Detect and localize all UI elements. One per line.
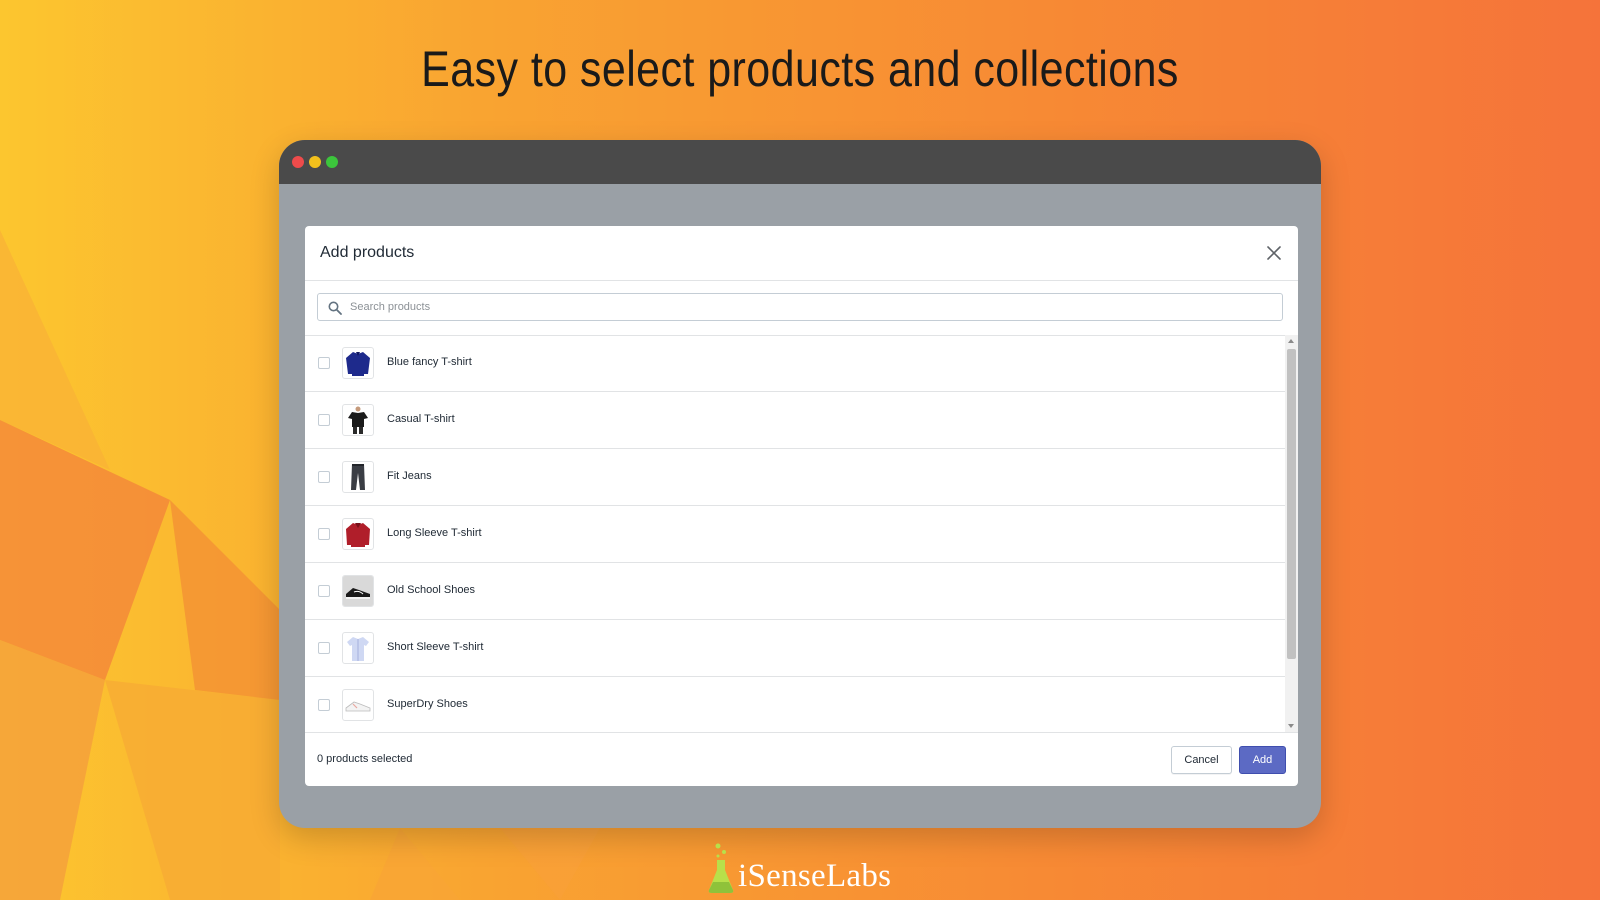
product-row-blue-fancy-tshirt[interactable]: Blue fancy T-shirt bbox=[305, 335, 1285, 392]
product-row-fit-jeans[interactable]: Fit Jeans bbox=[305, 449, 1285, 506]
search-input[interactable] bbox=[350, 294, 1270, 320]
window-minimize-dot[interactable] bbox=[309, 156, 321, 168]
product-row-old-school-shoes[interactable]: Old School Shoes bbox=[305, 563, 1285, 620]
modal-title: Add products bbox=[320, 244, 415, 261]
list-scrollbar[interactable] bbox=[1285, 335, 1298, 732]
sweater-icon bbox=[346, 523, 370, 547]
search-box[interactable] bbox=[317, 293, 1283, 321]
search-section bbox=[305, 281, 1298, 336]
product-name: Blue fancy T-shirt bbox=[387, 356, 472, 368]
window-close-dot[interactable] bbox=[292, 156, 304, 168]
close-icon bbox=[1267, 246, 1281, 260]
browser-titlebar bbox=[279, 140, 1321, 184]
sneaker-icon bbox=[345, 701, 371, 712]
product-checkbox[interactable] bbox=[318, 585, 330, 597]
product-name: Old School Shoes bbox=[387, 584, 476, 596]
product-checkbox[interactable] bbox=[318, 699, 330, 711]
shirt-icon bbox=[347, 637, 369, 661]
scroll-thumb[interactable] bbox=[1287, 349, 1296, 659]
product-row-long-sleeve-tshirt[interactable]: Long Sleeve T-shirt bbox=[305, 506, 1285, 563]
product-list: Blue fancy T-shirt Casual T-shirt Fit Je… bbox=[305, 335, 1298, 732]
product-row-casual-tshirt[interactable]: Casual T-shirt bbox=[305, 392, 1285, 449]
flask-icon bbox=[708, 843, 734, 893]
cancel-button[interactable]: Cancel bbox=[1171, 746, 1232, 774]
selected-count: 0 products selected bbox=[317, 753, 413, 765]
tshirt-icon bbox=[348, 406, 368, 434]
modal-footer: 0 products selected Cancel Add bbox=[305, 732, 1298, 786]
modal-header: Add products bbox=[305, 226, 1298, 281]
product-name: Short Sleeve T-shirt bbox=[387, 641, 484, 653]
product-thumbnail bbox=[342, 632, 374, 664]
add-button[interactable]: Add bbox=[1239, 746, 1286, 774]
product-name: Long Sleeve T-shirt bbox=[387, 527, 482, 539]
brand-logo: iSenseLabs bbox=[706, 842, 906, 896]
product-checkbox[interactable] bbox=[318, 471, 330, 483]
add-products-modal: Add products Search products Blue fancy … bbox=[305, 226, 1298, 786]
page-headline: Easy to select products and collections bbox=[421, 41, 1179, 97]
browser-window: Add products Search products Blue fancy … bbox=[279, 140, 1321, 828]
brand-name: iSenseLabs bbox=[738, 858, 892, 894]
product-thumbnail bbox=[342, 461, 374, 493]
product-checkbox[interactable] bbox=[318, 528, 330, 540]
product-checkbox[interactable] bbox=[318, 414, 330, 426]
product-thumbnail bbox=[342, 518, 374, 550]
search-icon bbox=[328, 301, 342, 315]
product-name: SuperDry Shoes bbox=[387, 698, 468, 710]
product-name: Fit Jeans bbox=[387, 470, 432, 482]
shirt-icon bbox=[346, 352, 370, 376]
product-thumbnail bbox=[342, 575, 374, 607]
jeans-icon bbox=[351, 464, 365, 490]
product-checkbox[interactable] bbox=[318, 357, 330, 369]
product-thumbnail bbox=[342, 347, 374, 379]
product-thumbnail bbox=[342, 404, 374, 436]
product-checkbox[interactable] bbox=[318, 642, 330, 654]
window-maximize-dot[interactable] bbox=[326, 156, 338, 168]
product-row-superdry-shoes[interactable]: SuperDry Shoes bbox=[305, 677, 1285, 732]
product-thumbnail bbox=[342, 689, 374, 721]
product-row-short-sleeve-tshirt[interactable]: Short Sleeve T-shirt bbox=[305, 620, 1285, 677]
product-name: Casual T-shirt bbox=[387, 413, 455, 425]
shoes-icon bbox=[343, 576, 373, 606]
scroll-down-arrow-icon[interactable] bbox=[1288, 724, 1294, 728]
close-button[interactable] bbox=[1262, 241, 1286, 265]
scroll-up-arrow-icon[interactable] bbox=[1288, 339, 1294, 343]
